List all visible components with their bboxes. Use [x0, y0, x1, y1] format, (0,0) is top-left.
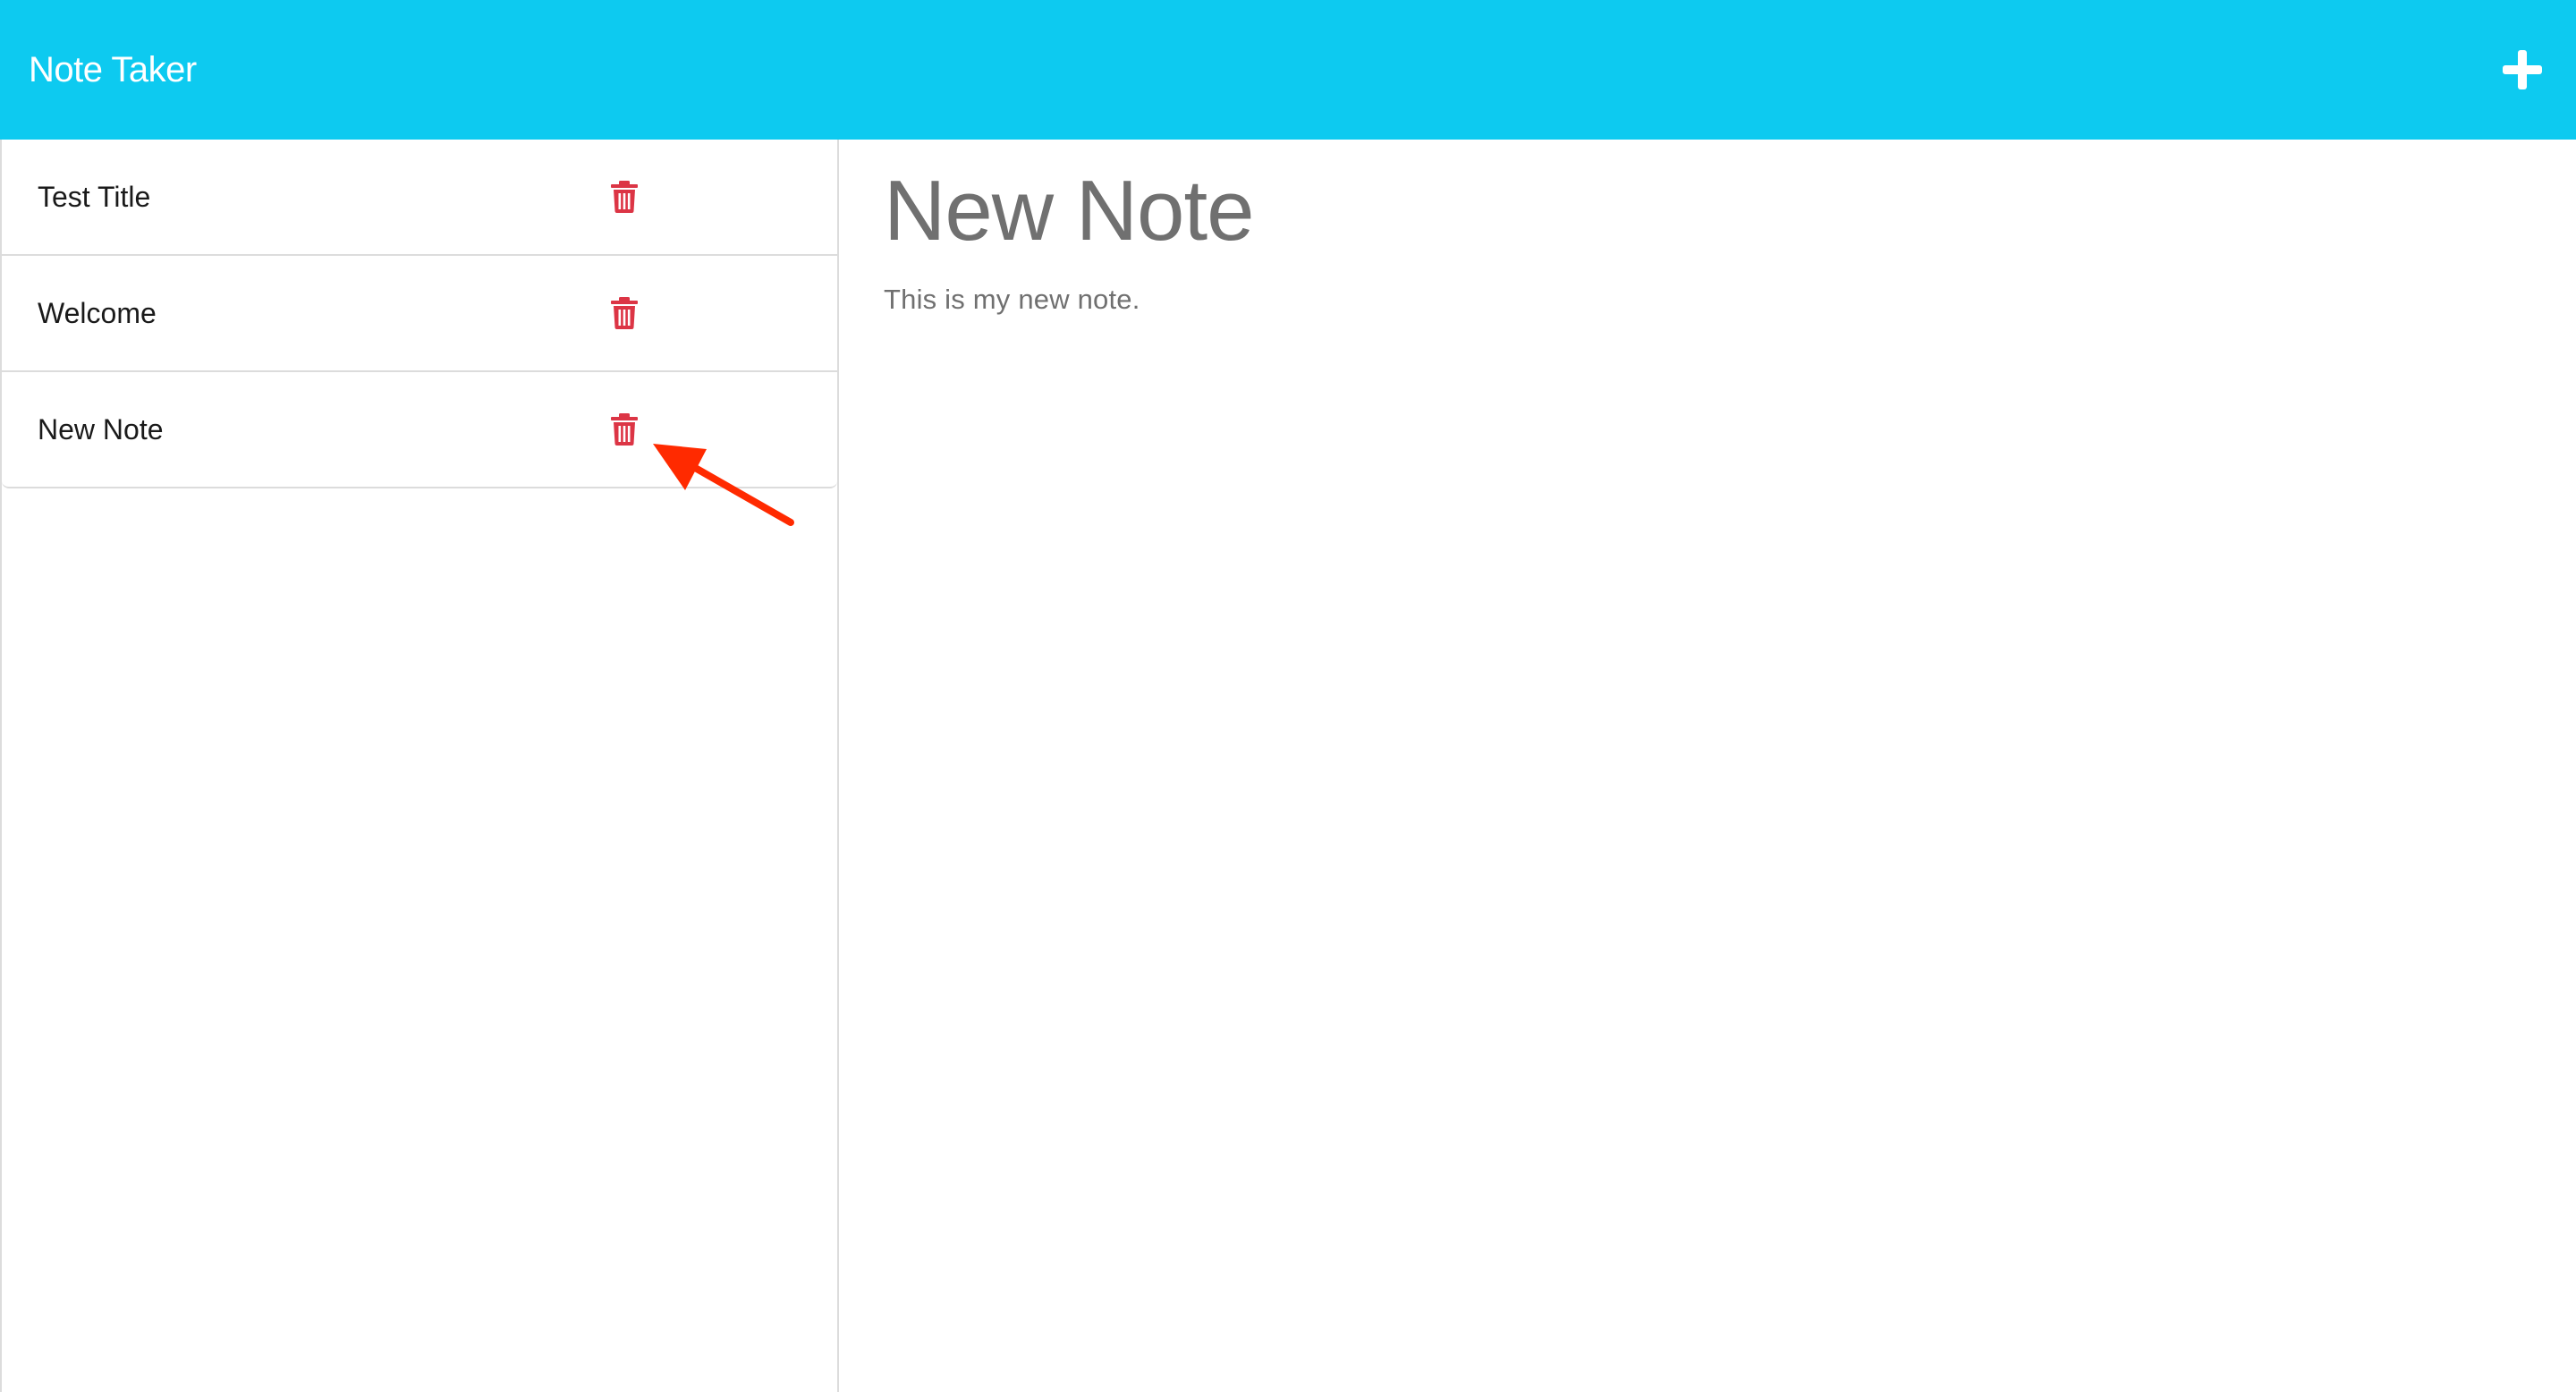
- note-list-item[interactable]: Test Title: [2, 140, 837, 256]
- navbar: Note Taker: [0, 0, 2576, 140]
- note-text[interactable]: This is my new note.: [884, 284, 2531, 316]
- trash-icon[interactable]: [610, 181, 639, 213]
- note-list-item[interactable]: Welcome: [2, 256, 837, 372]
- note-list: Test Title Welcome New Note: [2, 140, 837, 488]
- trash-icon[interactable]: [610, 297, 639, 329]
- plus-icon: [2503, 50, 2542, 89]
- new-note-button[interactable]: [2501, 48, 2544, 91]
- notes-sidebar: Test Title Welcome New Note: [0, 140, 839, 1392]
- app-title[interactable]: Note Taker: [29, 50, 197, 90]
- note-item-title: New Note: [38, 412, 164, 446]
- note-list-item[interactable]: New Note: [2, 372, 837, 488]
- note-item-title: Welcome: [38, 296, 157, 329]
- note-title-heading[interactable]: New Note: [884, 159, 2531, 262]
- note-item-title: Test Title: [38, 180, 151, 213]
- note-editor: New Note This is my new note.: [839, 140, 2576, 1392]
- trash-icon[interactable]: [610, 413, 639, 446]
